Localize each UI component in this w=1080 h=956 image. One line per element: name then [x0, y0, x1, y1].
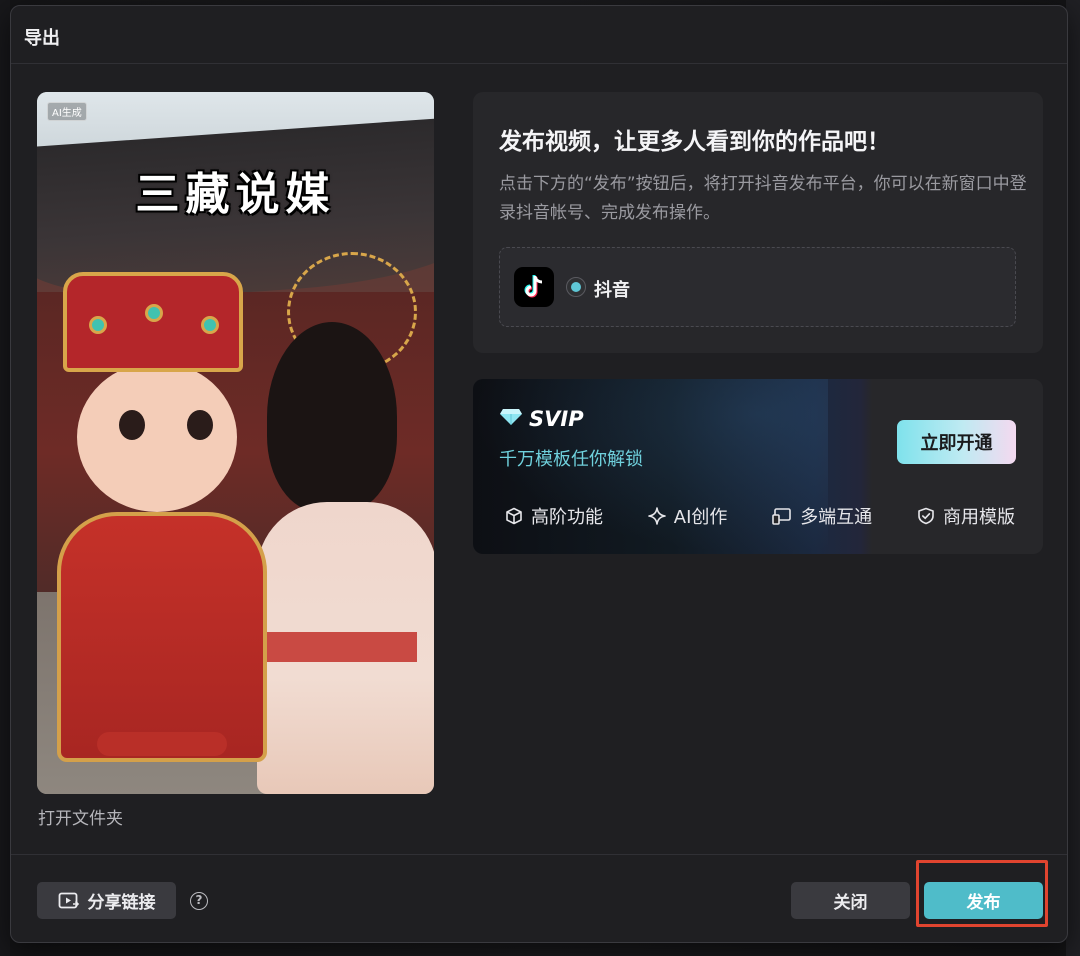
crown-gem	[89, 316, 107, 334]
crown-gem	[201, 316, 219, 334]
close-button[interactable]: 关闭	[791, 882, 910, 919]
share-screen-icon	[58, 892, 79, 908]
video-preview: 三藏说媒 AI生成	[37, 92, 434, 794]
preview-overlay-title: 三藏说媒	[135, 169, 336, 220]
dialog-footer: 分享链接 ? 关闭 发布	[11, 854, 1067, 942]
dialog-header: 导出	[11, 6, 1067, 64]
export-dialog: 导出 三藏说媒 AI生成 打开文件夹 发布视频，让更多人看到你的作品吧！ 点击下…	[10, 5, 1068, 943]
monk-face	[77, 362, 237, 512]
svip-subtitle: 千万模板任你解锁	[499, 449, 643, 470]
open-folder-link[interactable]: 打开文件夹	[38, 804, 123, 829]
douyin-logo-icon	[514, 267, 554, 307]
publish-description: 点击下方的“发布”按钮后，将打开抖音发布平台，你可以在新窗口中登录抖音帐号、完成…	[499, 174, 1027, 223]
share-link-button[interactable]: 分享链接	[37, 882, 176, 919]
shield-check-icon	[918, 507, 934, 525]
svip-title: SVIP	[529, 407, 584, 431]
sparkle-icon	[647, 507, 666, 525]
feature-advanced: 高阶功能	[505, 503, 603, 529]
girl-hair	[267, 322, 397, 512]
devices-icon	[772, 508, 791, 525]
svip-features: 高阶功能 AI创作 多端互通 商用模版	[505, 503, 1015, 529]
platform-label: 抖音	[594, 280, 630, 301]
publish-heading: 发布视频，让更多人看到你的作品吧！	[499, 129, 890, 155]
crown-gem	[145, 304, 163, 322]
dialog-title: 导出	[24, 28, 60, 49]
feature-label: 高阶功能	[531, 507, 603, 528]
backdrop-right-edge	[1066, 0, 1080, 956]
share-link-label: 分享链接	[87, 893, 156, 913]
svip-promo-card: SVIP 千万模板任你解锁 立即开通 高阶功能 AI创作 多端互通 商用模版	[473, 379, 1043, 554]
backdrop-left-edge	[0, 0, 10, 956]
monk-right-eye	[187, 410, 213, 440]
feature-multi-device: 多端互通	[772, 503, 872, 529]
publish-button[interactable]: 发布	[924, 882, 1043, 919]
feature-commercial-template: 商用模版	[917, 503, 1015, 529]
cube-icon	[506, 507, 522, 525]
feature-label: 多端互通	[800, 507, 873, 528]
help-icon[interactable]: ?	[190, 892, 208, 910]
platform-option-douyin[interactable]: 抖音	[499, 247, 1016, 327]
activate-svip-button[interactable]: 立即开通	[897, 420, 1016, 464]
platform-radio[interactable]	[566, 277, 586, 297]
svip-title-row: SVIP	[499, 407, 584, 431]
publish-card: 发布视频，让更多人看到你的作品吧！ 点击下方的“发布”按钮后，将打开抖音发布平台…	[473, 92, 1043, 353]
monk-crown	[63, 272, 243, 372]
feature-label: 商用模版	[942, 507, 1015, 528]
diamond-icon	[499, 408, 523, 430]
girl-sash	[267, 632, 417, 662]
feature-label: AI创作	[673, 507, 728, 528]
monk-robe	[57, 512, 267, 762]
monk-left-eye	[119, 410, 145, 440]
ai-generated-badge: AI生成	[47, 102, 87, 121]
radio-selected-dot	[571, 282, 581, 292]
monk-shoes	[97, 732, 227, 756]
feature-ai-create: AI创作	[647, 503, 728, 529]
